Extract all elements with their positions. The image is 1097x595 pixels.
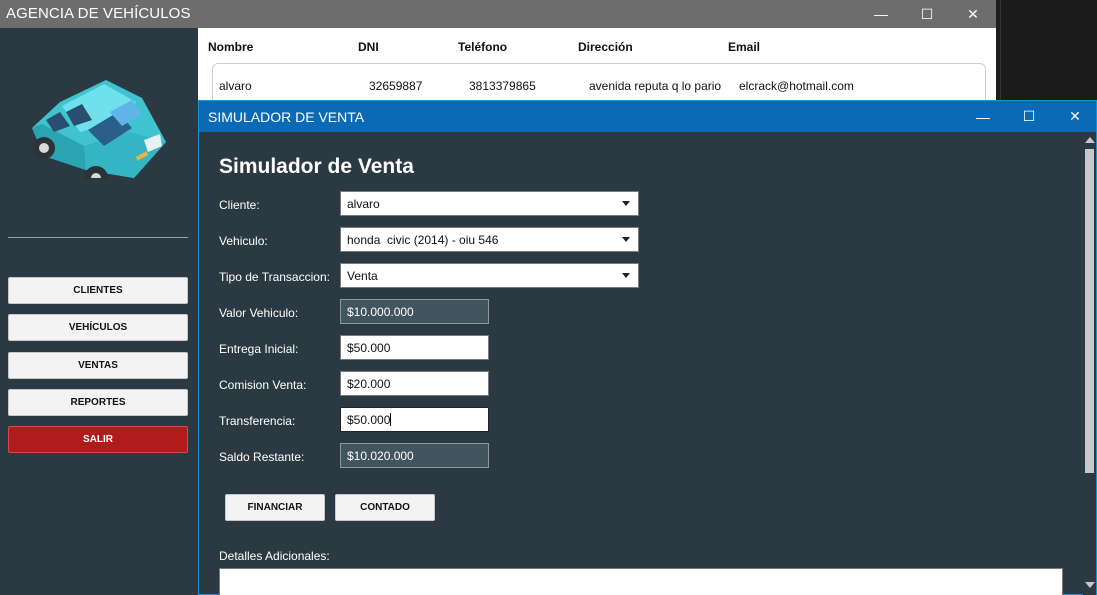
sidebar-divider [8, 237, 188, 238]
column-header-telefono[interactable]: Teléfono [458, 40, 507, 54]
vehiculo-label: Vehiculo: [219, 234, 268, 248]
cliente-select[interactable]: alvaro [340, 191, 639, 216]
cliente-value: alvaro [347, 197, 380, 211]
vehiculos-button[interactable]: VEHÍCULOS [8, 314, 188, 341]
main-titlebar: AGENCIA DE VEHÍCULOS — ☐ ✕ [0, 0, 996, 28]
text-cursor [390, 413, 392, 426]
simulator-titlebar: SIMULADOR DE VENTA — ☐ ✕ [199, 101, 1096, 132]
close-icon[interactable]: ✕ [950, 0, 996, 28]
maximize-icon[interactable]: ☐ [1006, 101, 1052, 132]
saldo-restante-label: Saldo Restante: [219, 450, 305, 464]
entrega-inicial-field[interactable]: $50.000 [340, 335, 489, 360]
sidebar: CLIENTES VEHÍCULOS VENTAS REPORTES SALIR [0, 28, 198, 595]
scroll-down-icon[interactable] [1085, 582, 1095, 588]
vehiculo-value: honda civic (2014) - oiu 546 [347, 233, 499, 247]
detalles-label: Detalles Adicionales: [219, 549, 330, 563]
tipo-transaccion-label: Tipo de Transaccion: [219, 270, 330, 284]
saldo-restante-field: $10.020.000 [340, 443, 489, 468]
cell-nombre: alvaro [219, 79, 252, 93]
simulator-window: SIMULADOR DE VENTA — ☐ ✕ Simulador de Ve… [198, 100, 1097, 595]
transferencia-field[interactable]: $50.000 [340, 407, 489, 432]
contado-button[interactable]: CONTADO [335, 494, 435, 521]
valor-vehiculo-label: Valor Vehiculo: [219, 306, 299, 320]
cell-email: elcrack@hotmail.com [739, 79, 854, 93]
transferencia-label: Transferencia: [219, 414, 296, 428]
chevron-down-icon [622, 201, 630, 206]
comision-venta-label: Comision Venta: [219, 378, 307, 392]
chevron-down-icon [622, 237, 630, 242]
simulator-window-title: SIMULADOR DE VENTA [208, 109, 365, 125]
chevron-down-icon [622, 273, 630, 278]
car-icon [32, 80, 166, 178]
comision-venta-field[interactable]: $20.000 [340, 371, 489, 396]
detalles-textarea[interactable] [219, 568, 1063, 595]
vehiculo-select[interactable]: honda civic (2014) - oiu 546 [340, 227, 639, 252]
page-title: Simulador de Venta [219, 155, 414, 178]
tipo-transaccion-select[interactable]: Venta [340, 263, 639, 288]
column-header-email[interactable]: Email [728, 40, 760, 54]
scroll-up-icon[interactable] [1085, 137, 1095, 143]
cell-direccion: avenida reputa q lo pario [589, 79, 722, 93]
column-header-direccion[interactable]: Dirección [578, 40, 633, 54]
clients-table: Nombre DNI Teléfono Dirección Email alva… [198, 28, 996, 103]
valor-vehiculo-field: $10.000.000 [340, 299, 489, 324]
salir-button[interactable]: SALIR [8, 426, 188, 453]
close-icon[interactable]: ✕ [1052, 101, 1097, 132]
cliente-label: Cliente: [219, 198, 260, 212]
reportes-button[interactable]: REPORTES [8, 389, 188, 416]
column-header-dni[interactable]: DNI [358, 40, 379, 54]
ventas-button[interactable]: VENTAS [8, 352, 188, 379]
clientes-button[interactable]: CLIENTES [8, 277, 188, 304]
background-window-panel [1000, 0, 1097, 100]
cell-dni: 32659887 [369, 79, 423, 93]
maximize-icon[interactable]: ☐ [904, 0, 950, 28]
entrega-inicial-label: Entrega Inicial: [219, 342, 299, 356]
transferencia-value: $50.000 [347, 413, 391, 427]
scrollbar[interactable] [1083, 132, 1096, 595]
financiar-button[interactable]: FINANCIAR [225, 494, 325, 521]
cell-telefono: 3813379865 [469, 79, 536, 93]
tipo-transaccion-value: Venta [347, 269, 378, 283]
main-window-title: AGENCIA DE VEHÍCULOS [6, 5, 191, 22]
minimize-icon[interactable]: — [960, 101, 1006, 132]
scrollbar-thumb[interactable] [1085, 149, 1094, 473]
minimize-icon[interactable]: — [858, 0, 904, 28]
column-header-nombre[interactable]: Nombre [208, 40, 253, 54]
